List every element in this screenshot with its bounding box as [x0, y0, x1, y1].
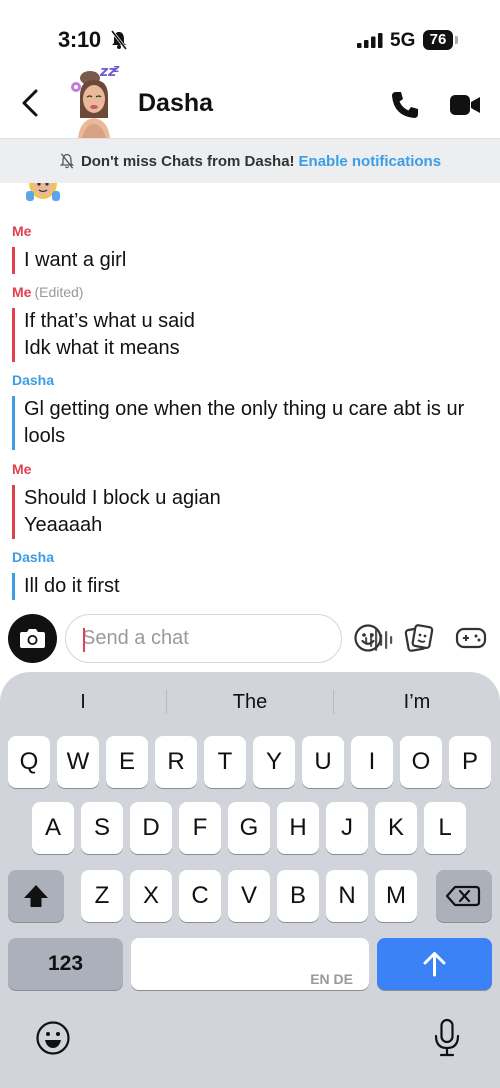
- chat-messages[interactable]: Me I want a girl Me (Edited) If that’s wh…: [0, 183, 500, 607]
- message-group: Me Should I block u agian Yeaaaah: [12, 459, 492, 539]
- banner-text: Don't miss Chats from Dasha!: [80, 152, 295, 170]
- suggestion-item[interactable]: The: [167, 684, 333, 720]
- message-group: Me I want a girl: [12, 221, 492, 274]
- message-group: Dasha Gl getting one when the only thing…: [12, 370, 492, 450]
- key-q[interactable]: Q: [8, 736, 50, 788]
- chat-input[interactable]: [82, 615, 292, 662]
- key-u[interactable]: U: [302, 736, 344, 788]
- message-text[interactable]: Gl getting one when the only thing u car…: [24, 396, 492, 423]
- message-body[interactable]: Should I block u agian Yeaaaah: [12, 485, 492, 539]
- key-o[interactable]: O: [400, 736, 442, 788]
- contact-name[interactable]: Dasha: [138, 89, 213, 118]
- key-p[interactable]: P: [449, 736, 491, 788]
- key-n[interactable]: N: [326, 870, 368, 922]
- battery-tip: [455, 36, 458, 44]
- signal-icon: [357, 33, 383, 48]
- message-text[interactable]: Ill do it first: [24, 573, 492, 600]
- key-x[interactable]: X: [130, 870, 172, 922]
- contact-avatar[interactable]: zz z: [66, 62, 132, 138]
- key-j[interactable]: J: [326, 802, 368, 854]
- network-label: 5G: [390, 30, 416, 51]
- message-text[interactable]: Should I block u agian: [24, 485, 492, 512]
- key-k[interactable]: K: [375, 802, 417, 854]
- camera-button[interactable]: [8, 614, 57, 663]
- key-l[interactable]: L: [424, 802, 466, 854]
- key-e[interactable]: E: [106, 736, 148, 788]
- emoji-keyboard-icon[interactable]: [35, 1020, 71, 1056]
- bitmoji-peek-avatar: [26, 183, 60, 201]
- chat-composer: [0, 607, 500, 669]
- back-icon[interactable]: [18, 88, 44, 118]
- camera-icon: [20, 629, 45, 648]
- key-y[interactable]: Y: [253, 736, 295, 788]
- backspace-icon: [445, 885, 481, 907]
- bell-muted-icon: [110, 30, 128, 50]
- message-text[interactable]: If that’s what u said: [24, 308, 492, 335]
- key-h[interactable]: H: [277, 802, 319, 854]
- send-key[interactable]: [377, 938, 492, 990]
- sender-label: Me: [12, 461, 32, 477]
- key-a[interactable]: A: [32, 802, 74, 854]
- arrow-up-icon: [423, 952, 446, 977]
- message-body[interactable]: Ill do it first: [12, 573, 492, 600]
- video-call-icon[interactable]: [449, 92, 481, 118]
- suggestion-item[interactable]: I: [0, 684, 166, 720]
- key-f[interactable]: F: [179, 802, 221, 854]
- key-t[interactable]: T: [204, 736, 246, 788]
- key-v[interactable]: V: [228, 870, 270, 922]
- backspace-key[interactable]: [436, 870, 492, 922]
- message-text[interactable]: Idk what it means: [24, 335, 492, 362]
- suggestion-item[interactable]: I’m: [334, 684, 500, 720]
- sender-label: Me: [12, 223, 32, 239]
- sender-label: Me (Edited): [12, 284, 84, 300]
- edited-label: (Edited): [34, 284, 84, 300]
- language-label: EN DE: [310, 971, 353, 987]
- enable-notifications-link[interactable]: Enable notifications: [299, 153, 442, 170]
- text-cursor: [83, 628, 85, 652]
- shift-icon: [24, 885, 48, 907]
- message-body[interactable]: I want a girl: [12, 247, 492, 274]
- message-body[interactable]: If that’s what u said Idk what it means: [12, 308, 492, 362]
- key-d[interactable]: D: [130, 802, 172, 854]
- battery-icon: 76: [423, 30, 453, 50]
- phone-icon[interactable]: [390, 90, 420, 120]
- key-z[interactable]: Z: [81, 870, 123, 922]
- message-text[interactable]: I want a girl: [24, 247, 492, 274]
- key-s[interactable]: S: [81, 802, 123, 854]
- svg-text:z: z: [112, 62, 120, 75]
- keyboard: I The I’m Q W E R T Y U I O P A S D F G …: [0, 672, 500, 1088]
- key-c[interactable]: C: [179, 870, 221, 922]
- message-group: Dasha Ill do it first: [12, 547, 492, 600]
- message-text[interactable]: lools: [24, 423, 492, 450]
- bell-muted-icon: [59, 153, 75, 169]
- key-b[interactable]: B: [277, 870, 319, 922]
- sender-label: Dasha: [12, 549, 55, 565]
- key-g[interactable]: G: [228, 802, 270, 854]
- status-time: 3:10: [58, 27, 101, 52]
- suggestion-bar: I The I’m: [0, 684, 500, 720]
- games-icon[interactable]: [455, 625, 487, 651]
- numbers-key[interactable]: 123: [8, 938, 123, 990]
- notification-banner: Don't miss Chats from Dasha! Enable noti…: [0, 138, 500, 183]
- chat-input-container[interactable]: [65, 614, 393, 663]
- key-w[interactable]: W: [57, 736, 99, 788]
- key-i[interactable]: I: [351, 736, 393, 788]
- key-r[interactable]: R: [155, 736, 197, 788]
- space-key[interactable]: EN DE: [131, 938, 369, 990]
- chat-header: zz z Dasha: [0, 62, 500, 138]
- sticker-icon[interactable]: [404, 623, 434, 653]
- message-body[interactable]: Gl getting one when the only thing u car…: [12, 396, 492, 450]
- emoji-icon[interactable]: [353, 623, 383, 653]
- microphone-icon[interactable]: [433, 1018, 461, 1058]
- shift-key[interactable]: [8, 870, 64, 922]
- message-group: Me (Edited) If that’s what u said Idk wha…: [12, 282, 492, 362]
- sender-label: Dasha: [12, 372, 55, 388]
- key-m[interactable]: M: [375, 870, 417, 922]
- message-text[interactable]: Yeaaaah: [24, 512, 492, 539]
